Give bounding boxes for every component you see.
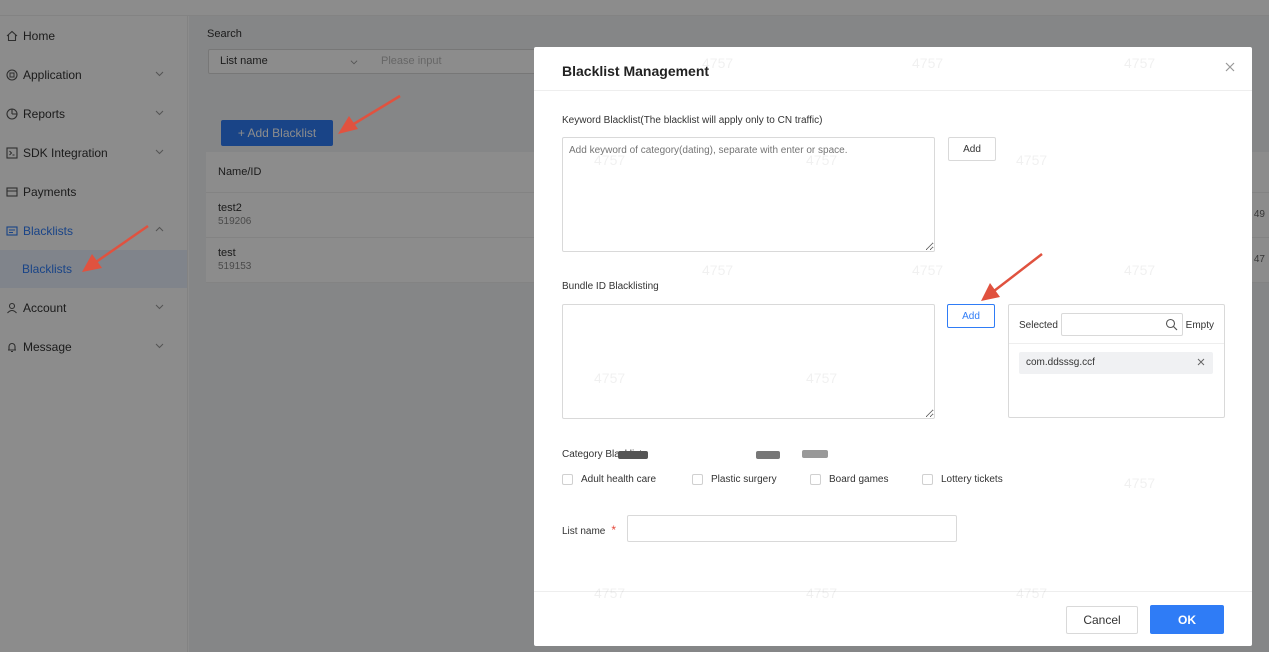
watermark: 4757 [806, 152, 838, 168]
keyword-blacklist-label: Keyword Blacklist(The blacklist will app… [562, 115, 823, 126]
ok-button[interactable]: OK [1150, 605, 1224, 634]
checkbox-box[interactable] [692, 474, 703, 485]
list-name-text: List name [562, 526, 606, 537]
watermark: 4757 [806, 370, 838, 386]
watermark: 4757 [1016, 585, 1048, 601]
redaction-smudge [618, 451, 648, 459]
redaction-smudge [756, 451, 780, 459]
watermark: 4757 [702, 55, 734, 71]
checkbox-label: Lottery tickets [941, 474, 1003, 485]
search-icon[interactable] [1165, 318, 1178, 331]
watermark: 4757 [1124, 262, 1156, 278]
bundle-add-button[interactable]: Add [947, 304, 995, 328]
remove-tag-icon[interactable] [1197, 358, 1205, 366]
modal-footer: Cancel OK [534, 591, 1252, 646]
category-checkbox-adult-health-care[interactable]: Adult health care [562, 474, 656, 485]
list-name-label: List name * [562, 523, 616, 537]
checkbox-box[interactable] [562, 474, 573, 485]
checkbox-label: Board games [829, 474, 889, 485]
checkbox-label: Plastic surgery [711, 474, 777, 485]
watermark: 4757 [912, 262, 944, 278]
close-icon[interactable] [1224, 61, 1236, 73]
selected-panel-header: Selected Empty [1009, 305, 1224, 344]
category-checkbox-plastic-surgery[interactable]: Plastic surgery [692, 474, 777, 485]
checkbox-label: Adult health care [581, 474, 657, 485]
selected-search-input[interactable] [1061, 313, 1183, 336]
selected-label: Selected [1019, 320, 1058, 331]
blacklist-management-dialog: Blacklist Management Keyword Blacklist(T… [534, 47, 1252, 646]
watermark: 4757 [912, 55, 944, 71]
watermark: 4757 [1124, 475, 1156, 491]
selected-bundle-tag: com.ddsssg.ccf [1019, 352, 1213, 374]
modal-title: Blacklist Management [562, 63, 710, 79]
redaction-smudge [802, 450, 828, 458]
watermark: 4757 [806, 585, 838, 601]
tag-label: com.ddsssg.ccf [1026, 357, 1095, 368]
cancel-button[interactable]: Cancel [1066, 606, 1138, 634]
checkbox-box[interactable] [810, 474, 821, 485]
list-name-input[interactable] [627, 515, 957, 542]
required-mark: * [611, 523, 617, 537]
watermark: 4757 [594, 585, 626, 601]
category-checkbox-lottery-tickets[interactable]: Lottery tickets [922, 474, 1003, 485]
watermark: 4757 [702, 262, 734, 278]
bundle-id-textarea[interactable] [562, 304, 935, 419]
watermark: 4757 [594, 152, 626, 168]
bundle-id-blacklisting-label: Bundle ID Blacklisting [562, 281, 659, 292]
watermark: 4757 [1124, 55, 1156, 71]
checkbox-box[interactable] [922, 474, 933, 485]
category-checkbox-board-games[interactable]: Board games [810, 474, 888, 485]
watermark: 4757 [1016, 152, 1048, 168]
selected-bundles-panel: Selected Empty com.ddsssg.ccf [1008, 304, 1225, 418]
empty-selected-button[interactable]: Empty [1186, 320, 1214, 331]
keyword-add-button[interactable]: Add [948, 137, 996, 161]
watermark: 4757 [594, 370, 626, 386]
